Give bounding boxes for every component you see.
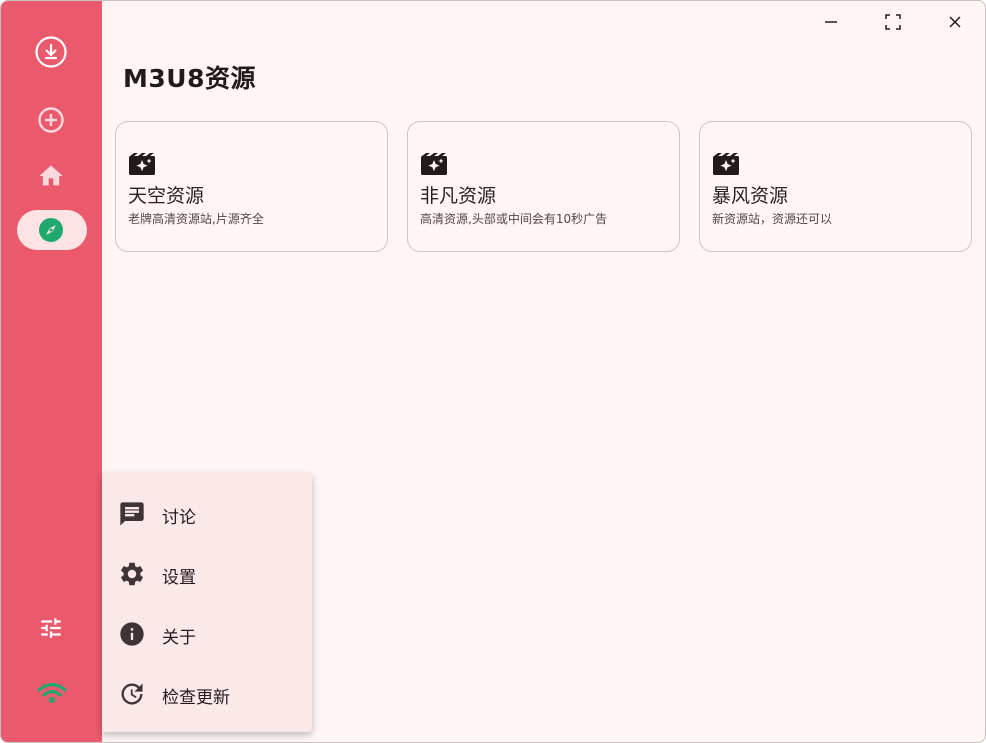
explore-button[interactable] [38,217,64,243]
sliders-icon [41,618,61,638]
source-card[interactable]: 暴风资源 新资源站，资源还可以 [699,121,972,252]
maximize-icon [885,14,901,30]
info-icon [118,620,146,648]
navigation-rail [1,1,102,742]
menu-item-check-update[interactable]: 检查更新 [102,663,312,723]
home-icon [39,165,63,186]
plus-circle-icon [38,107,64,133]
download-circle-icon [35,36,67,68]
menu-item-settings[interactable]: 设置 [102,543,312,603]
movie-clapper-icon [421,153,447,175]
menu-item-label: 设置 [162,568,196,588]
sliders-button[interactable] [38,615,64,641]
app-logo-button[interactable] [34,35,68,69]
source-title: 天空资源 [128,185,205,207]
source-description: 新资源站，资源还可以 [712,212,833,226]
source-title: 非凡资源 [420,185,497,207]
source-card[interactable]: 非凡资源 高清资源,头部或中间会有10秒广告 [407,121,680,252]
source-title: 暴风资源 [712,185,789,207]
app-window: M3U8资源 天空资源 老牌高清资源站,片源齐全 非凡资源 高清资源,头部或中间… [0,0,986,743]
source-description: 老牌高清资源站,片源齐全 [128,212,264,226]
minimize-icon [825,21,837,23]
home-button[interactable] [37,162,65,190]
add-button[interactable] [37,106,65,134]
minimize-button[interactable] [817,9,845,35]
source-description: 高清资源,头部或中间会有10秒广告 [420,212,608,226]
page-title: M3U8资源 [123,64,256,93]
menu-item-about[interactable]: 关于 [102,603,312,663]
menu-item-discussion[interactable]: 讨论 [102,483,312,543]
compass-icon [39,218,63,242]
movie-clapper-icon [129,153,155,175]
menu-item-label: 检查更新 [162,688,230,708]
close-button[interactable] [941,9,969,35]
network-status-button[interactable] [36,679,68,707]
popup-menu: 讨论 设置 关于 检查更新 [102,473,312,732]
wifi-icon [37,682,67,703]
close-icon [949,16,961,28]
update-icon [118,680,146,708]
menu-item-label: 讨论 [162,508,196,528]
maximize-button[interactable] [879,9,907,35]
source-card[interactable]: 天空资源 老牌高清资源站,片源齐全 [115,121,388,252]
gear-icon [118,560,146,588]
movie-clapper-icon [713,153,739,175]
chat-icon [118,500,146,528]
menu-item-label: 关于 [162,628,196,648]
